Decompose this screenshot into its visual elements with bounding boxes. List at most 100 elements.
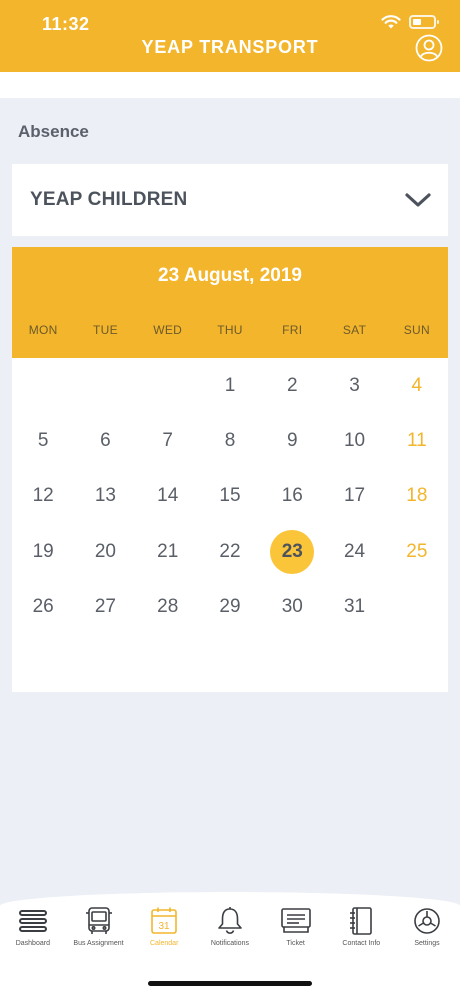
tab-notifications[interactable]: Notifications <box>197 906 263 947</box>
calendar-day-label: 10 <box>343 430 366 452</box>
calendar-day-13[interactable]: 13 <box>74 469 136 524</box>
calendar-day-label: 16 <box>281 485 303 507</box>
calendar-day-11[interactable]: 11 <box>386 413 448 468</box>
calendar-day-9[interactable]: 9 <box>261 413 323 468</box>
contact-book-icon <box>350 907 373 935</box>
calendar-day-27[interactable]: 27 <box>74 580 136 635</box>
calendar-day-label: 5 <box>37 430 49 452</box>
calendar-day-label: 23 <box>270 529 315 574</box>
tab-settings[interactable]: Settings <box>394 906 460 947</box>
calendar-day-5[interactable]: 5 <box>12 413 74 468</box>
tab-label: Settings <box>414 940 440 947</box>
calendar-day-label: 30 <box>281 596 303 618</box>
calendar-day-18[interactable]: 18 <box>386 469 448 524</box>
calendar-day-label: 24 <box>343 540 366 562</box>
calendar-blank-cell <box>74 358 136 413</box>
calendar-day-label: 4 <box>411 374 423 396</box>
calendar-day-label: 17 <box>343 485 366 507</box>
tab-dashboard[interactable]: Dashboard <box>0 906 66 947</box>
calendar-header: 23 August, 2019 MON TUE WED THU FRI SAT SUN <box>12 247 448 358</box>
tab-bus-assignment[interactable]: Bus Assignment <box>66 906 132 947</box>
status-icons <box>381 14 439 30</box>
tab-list: Dashboard Bus Assignment 31 Calendar Notific… <box>0 906 460 947</box>
calendar: 23 August, 2019 MON TUE WED THU FRI SAT SUN 12… <box>12 247 448 692</box>
calendar-day-2[interactable]: 2 <box>261 358 323 413</box>
calendar-day-28[interactable]: 28 <box>137 580 199 635</box>
calendar-day-29[interactable]: 29 <box>199 580 261 635</box>
calendar-day-16[interactable]: 16 <box>261 469 323 524</box>
calendar-day-label: 12 <box>32 485 54 507</box>
weekday-mon: MON <box>28 323 58 337</box>
calendar-day-label: 8 <box>224 430 236 452</box>
calendar-day-label: 6 <box>100 430 111 452</box>
calendar-day-14[interactable]: 14 <box>137 469 199 524</box>
gear-icon <box>414 908 440 934</box>
app-header: 11:32 YEAP TRANSPORT <box>0 0 460 72</box>
tab-label: Notifications <box>210 940 249 947</box>
tab-calendar[interactable]: 31 Calendar <box>131 906 197 947</box>
calendar-day-label: 25 <box>406 540 428 562</box>
calendar-day-10[interactable]: 10 <box>323 413 385 468</box>
weekday-fri: FRI <box>282 323 303 337</box>
weekday-sun: SUN <box>403 323 430 337</box>
battery-icon <box>409 15 439 29</box>
calendar-day-8[interactable]: 8 <box>199 413 261 468</box>
calendar-day-label: 26 <box>32 596 54 618</box>
calendar-day-label: 2 <box>286 374 298 396</box>
calendar-day-label: 31 <box>343 596 366 618</box>
calendar-day-label: 7 <box>162 430 173 452</box>
calendar-day-21[interactable]: 21 <box>137 524 199 579</box>
tab-ticket[interactable]: Ticket <box>263 906 329 947</box>
status-time: 11:32 <box>42 14 90 34</box>
ticket-icon <box>280 908 311 933</box>
tab-label: Calendar <box>150 940 179 947</box>
calendar-day-label: 22 <box>219 540 241 562</box>
calendar-day-22[interactable]: 22 <box>199 524 261 579</box>
calendar-days-grid: 1 2 3 4 5 6 7 8 9 10 11 12 13 14 15 16 17 18 19 20 21 22 23 24 2… <box>12 358 448 635</box>
calendar-day-20[interactable]: 20 <box>74 524 136 579</box>
calendar-day-19[interactable]: 19 <box>12 524 74 579</box>
bell-icon <box>218 907 242 934</box>
home-indicator <box>148 981 312 986</box>
calendar-day-3[interactable]: 3 <box>323 358 385 413</box>
calendar-day-label: 3 <box>349 374 360 396</box>
calendar-day-label: 28 <box>157 596 179 618</box>
calendar-day-23[interactable]: 23 <box>261 524 323 579</box>
calendar-day-17[interactable]: 17 <box>323 469 385 524</box>
tab-label: Dashboard <box>15 940 50 947</box>
menu-icon <box>18 910 47 932</box>
bus-icon <box>85 907 112 934</box>
calendar-day-15[interactable]: 15 <box>199 469 261 524</box>
calendar-day-label: 11 <box>406 430 427 452</box>
children-selector-value: YEAP CHILDREN <box>30 189 188 210</box>
calendar-day-7[interactable]: 7 <box>137 413 199 468</box>
chevron-down-icon[interactable] <box>404 190 432 210</box>
weekday-sat: SAT <box>342 323 367 337</box>
calendar-day-6[interactable]: 6 <box>74 413 136 468</box>
calendar-day-label: 29 <box>219 596 241 618</box>
section-title: Absence <box>18 122 89 141</box>
calendar-day-label: 19 <box>32 540 54 562</box>
calendar-day-31[interactable]: 31 <box>323 580 385 635</box>
tab-label: Contact Info <box>342 940 381 947</box>
calendar-day-1[interactable]: 1 <box>199 358 261 413</box>
weekday-row: MON TUE WED THU FRI SAT SUN <box>12 323 448 337</box>
calendar-day-label: 9 <box>286 430 298 452</box>
calendar-day-30[interactable]: 30 <box>261 580 323 635</box>
calendar-blank-cell <box>12 358 74 413</box>
tab-label: Ticket <box>286 940 305 947</box>
calendar-day-4[interactable]: 4 <box>386 358 448 413</box>
weekday-wed: WED <box>153 323 183 337</box>
calendar-day-label: 15 <box>219 485 241 507</box>
calendar-day-26[interactable]: 26 <box>12 580 74 635</box>
calendar-day-label: 21 <box>157 540 179 562</box>
tab-contact-info[interactable]: Contact Info <box>328 906 394 947</box>
profile-icon[interactable] <box>415 34 443 62</box>
calendar-day-12[interactable]: 12 <box>12 469 74 524</box>
calendar-day-25[interactable]: 25 <box>386 524 448 579</box>
header-divider-strip <box>0 72 460 98</box>
calendar-day-label: 13 <box>94 485 116 507</box>
calendar-day-24[interactable]: 24 <box>323 524 385 579</box>
children-selector[interactable]: YEAP CHILDREN <box>12 164 448 236</box>
page-title: YEAP TRANSPORT <box>141 37 319 57</box>
